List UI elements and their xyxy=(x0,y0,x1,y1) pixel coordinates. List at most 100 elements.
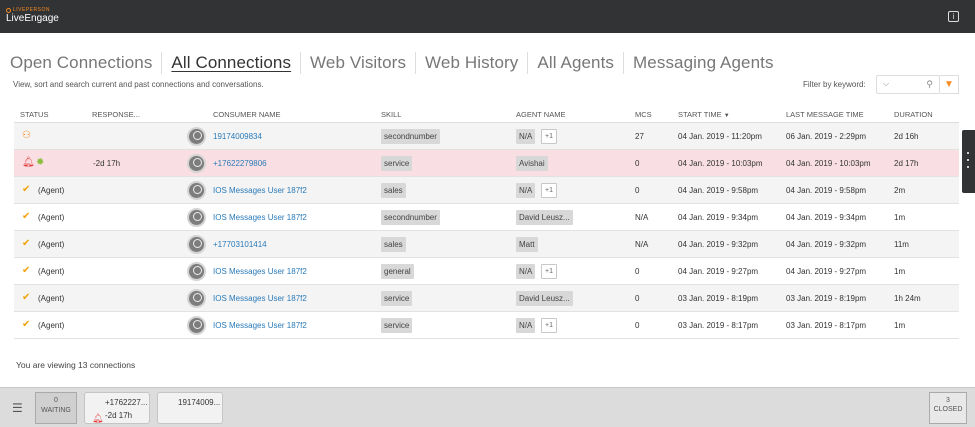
brand-name: LiveEngage xyxy=(6,13,59,24)
card-name: 19174009... xyxy=(178,398,221,407)
status-text: (Agent) xyxy=(38,186,65,195)
last-message-time: 04 Jan. 2019 - 9:34pm xyxy=(786,213,867,222)
status-text: (Agent) xyxy=(38,240,65,249)
table-row[interactable]: ⚇ 19174009834 secondnumber N/A +1 27 04 Jan. 2… xyxy=(14,123,959,150)
agent-more-button[interactable]: +1 xyxy=(541,129,557,144)
consumer-name-link[interactable]: 19174009834 xyxy=(213,132,262,141)
col-status[interactable]: STATUS xyxy=(20,110,48,119)
waiting-counter[interactable]: 0 WAITING xyxy=(35,392,77,424)
card-name: +1762227... xyxy=(105,398,148,407)
table-row[interactable]: ✔ (Agent) IOS Messages User 187f2 secondnum… xyxy=(14,204,959,231)
conversation-card[interactable]: 19174009... xyxy=(157,392,223,424)
last-message-time: 03 Jan. 2019 - 8:17pm xyxy=(786,321,867,330)
agent-badge: Avishai xyxy=(516,156,548,171)
consumer-name-link[interactable]: IOS Messages User 187f2 xyxy=(213,267,307,276)
agent-more-button[interactable]: +1 xyxy=(541,264,557,279)
table-row[interactable]: ✔ (Agent) IOS Messages User 187f2 service Da… xyxy=(14,285,959,312)
status-text: (Agent) xyxy=(38,321,65,330)
consumer-name-link[interactable]: +17622279806 xyxy=(213,159,267,168)
last-message-time: 04 Jan. 2019 - 9:32pm xyxy=(786,240,867,249)
funnel-icon: ▼ xyxy=(944,79,954,90)
check-icon: ✔ xyxy=(22,319,31,330)
col-consumer-name[interactable]: CONSUMER NAME xyxy=(213,110,281,119)
avatar xyxy=(187,154,206,173)
tab-open-connections[interactable]: Open Connections xyxy=(10,52,163,74)
consumer-name-link[interactable]: IOS Messages User 187f2 xyxy=(213,294,307,303)
mcs-value: 0 xyxy=(635,294,640,303)
filter-funnel-button[interactable]: ▼ xyxy=(940,75,959,94)
side-panel-handle[interactable] xyxy=(962,130,975,193)
agent-badge: Matt xyxy=(516,237,538,252)
start-time: 04 Jan. 2019 - 9:58pm xyxy=(678,186,759,195)
agent-more-button[interactable]: +1 xyxy=(541,183,557,198)
table-row-partial xyxy=(14,339,959,343)
agent-badge: N/A xyxy=(516,183,536,198)
start-time: 04 Jan. 2019 - 10:03pm xyxy=(678,159,763,168)
agent-more-button[interactable]: +1 xyxy=(541,318,557,333)
tab-all-agents[interactable]: All Agents xyxy=(537,52,625,74)
person-icon: ⚇ xyxy=(22,130,31,141)
duration: 1m xyxy=(894,321,906,330)
consumer-name-link[interactable]: IOS Messages User 187f2 xyxy=(213,321,307,330)
col-response[interactable]: RESPONSE... xyxy=(92,110,140,119)
closed-count: 3 xyxy=(946,397,950,404)
menu-icon[interactable]: ☰ xyxy=(12,402,23,414)
col-mcs[interactable]: MCS xyxy=(635,110,652,119)
tab-all-connections[interactable]: All Connections xyxy=(171,52,302,74)
tab-web-visitors[interactable]: Web Visitors xyxy=(310,52,417,74)
duration: 1m xyxy=(894,213,906,222)
table-row[interactable]: ✔ (Agent) IOS Messages User 187f2 sales N/A +… xyxy=(14,177,959,204)
avatar xyxy=(187,181,206,200)
agent-badge: David Leusz... xyxy=(516,291,573,306)
table-header: STATUS RESPONSE... CONSUMER NAME SKILL A… xyxy=(14,105,959,123)
col-last-message-time[interactable]: LAST MESSAGE TIME xyxy=(786,110,864,119)
top-bar: LIVEPERSON LiveEngage i xyxy=(0,0,975,33)
chevron-down-icon[interactable]: ⌵ xyxy=(883,79,889,89)
duration: 1h 24m xyxy=(894,294,921,303)
col-duration[interactable]: DURATION xyxy=(894,110,933,119)
liveengage-logo[interactable]: LIVEPERSON LiveEngage xyxy=(6,7,59,24)
duration: 2m xyxy=(894,186,906,195)
last-message-time: 04 Jan. 2019 - 10:03pm xyxy=(786,159,871,168)
avatar xyxy=(187,127,206,146)
col-agent-name[interactable]: AGENT NAME xyxy=(516,110,565,119)
start-time: 04 Jan. 2019 - 9:27pm xyxy=(678,267,759,276)
consumer-name-link[interactable]: +17703101414 xyxy=(213,240,267,249)
tab-web-history[interactable]: Web History xyxy=(425,52,529,74)
card-sub: -2d 17h xyxy=(105,411,133,420)
col-start-time[interactable]: START TIME ▼ xyxy=(678,110,730,119)
consumer-name-link[interactable]: IOS Messages User 187f2 xyxy=(213,213,307,222)
table-row[interactable]: ✔ (Agent) IOS Messages User 187f2 service N/… xyxy=(14,312,959,339)
mcs-value: N/A xyxy=(635,240,649,249)
col-skill[interactable]: SKILL xyxy=(381,110,401,119)
table-row[interactable]: ✔ (Agent) +17703101414 sales Matt N/A 04 Jan. … xyxy=(14,231,959,258)
check-icon: ✔ xyxy=(22,265,31,276)
filter-keyword-input[interactable]: ⌵ ⚲ xyxy=(876,75,940,94)
last-message-time: 06 Jan. 2019 - 2:29pm xyxy=(786,132,867,141)
consumer-name-link[interactable]: IOS Messages User 187f2 xyxy=(213,186,307,195)
check-icon: ✔ xyxy=(22,238,31,249)
liveperson-logo-icon xyxy=(6,7,11,13)
table-row[interactable]: ✔ (Agent) IOS Messages User 187f2 general N/… xyxy=(14,258,959,285)
search-icon[interactable]: ⚲ xyxy=(926,79,933,90)
gear-icon: ✹ xyxy=(36,157,45,168)
filter-label: Filter by keyword: xyxy=(803,80,866,89)
check-icon: ✔ xyxy=(22,292,31,303)
conversation-card[interactable]: +1762227... 🔔︎ -2d 17h xyxy=(84,392,150,424)
avatar xyxy=(187,289,206,308)
table-row[interactable]: 🔔︎ ✹ -2d 17h +17622279806 service Avishai 0 04 … xyxy=(14,150,959,177)
mcs-value: 0 xyxy=(635,186,640,195)
tab-bar: Open Connections All Connections Web Vis… xyxy=(10,52,792,74)
avatar xyxy=(187,316,206,335)
mcs-value: 0 xyxy=(635,321,640,330)
start-time: 03 Jan. 2019 - 8:17pm xyxy=(678,321,759,330)
mcs-value: N/A xyxy=(635,213,649,222)
tab-messaging-agents[interactable]: Messaging Agents xyxy=(633,52,783,74)
closed-counter[interactable]: 3 CLOSED xyxy=(929,392,967,424)
duration: 2d 16h xyxy=(894,132,919,141)
agent-badge: N/A xyxy=(516,129,536,144)
info-icon[interactable]: i xyxy=(948,11,959,22)
start-time: 04 Jan. 2019 - 11:20pm xyxy=(678,132,762,141)
mcs-value: 0 xyxy=(635,267,640,276)
skill-badge: sales xyxy=(381,183,406,198)
